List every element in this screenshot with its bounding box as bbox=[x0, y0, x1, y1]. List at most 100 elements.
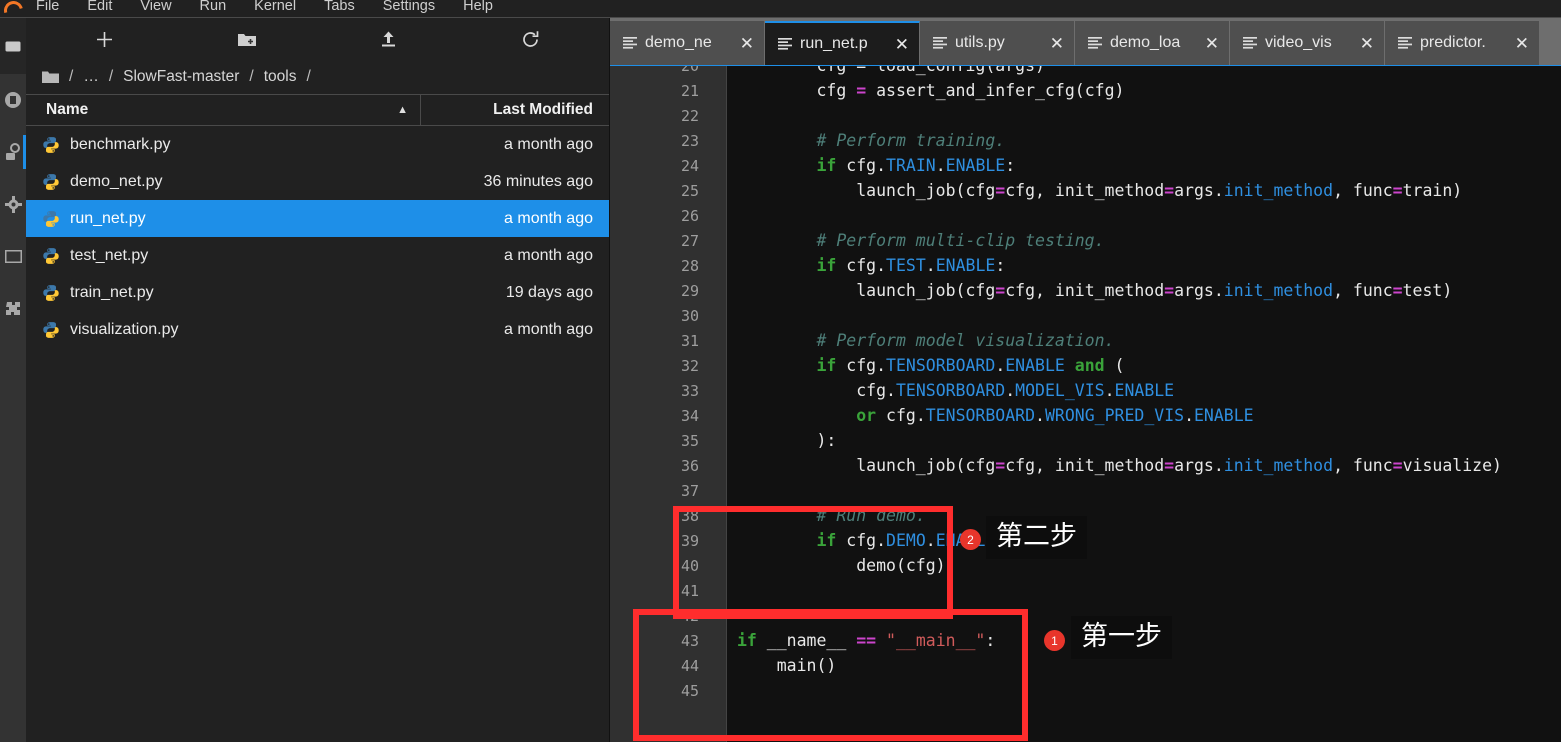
editor-tab-label: predictor. bbox=[1420, 34, 1486, 51]
code-line[interactable]: 29 launch_job(cfg=cfg, init_method=args.… bbox=[610, 278, 1561, 303]
refresh-icon[interactable] bbox=[459, 24, 601, 54]
code-line[interactable]: 35 ): bbox=[610, 428, 1561, 453]
code-line-text[interactable]: ): bbox=[727, 431, 1561, 450]
jupyter-logo-icon bbox=[0, 0, 22, 17]
code-line-text[interactable]: # Perform training. bbox=[727, 131, 1561, 150]
menu-help[interactable]: Help bbox=[449, 0, 507, 13]
code-line-text[interactable]: cfg = load_config(args) bbox=[727, 66, 1561, 75]
code-line[interactable]: 24 if cfg.TRAIN.ENABLE: bbox=[610, 153, 1561, 178]
file-name-cell[interactable]: benchmark.py bbox=[26, 136, 409, 154]
line-number: 45 bbox=[680, 681, 699, 700]
code-line-text[interactable]: demo(cfg) bbox=[727, 556, 1561, 575]
code-line[interactable]: 23 # Perform training. bbox=[610, 128, 1561, 153]
code-line[interactable]: 28 if cfg.TEST.ENABLE: bbox=[610, 253, 1561, 278]
code-line[interactable]: 32 if cfg.TENSORBOARD.ENABLE and ( bbox=[610, 353, 1561, 378]
code-line[interactable]: 26 bbox=[610, 203, 1561, 228]
code-line-text[interactable]: if cfg.DEMO.ENABLE: bbox=[727, 531, 1561, 550]
file-list-item[interactable]: demo_net.py 36 minutes ago bbox=[26, 163, 609, 200]
code-line-text[interactable]: # Run demo. bbox=[727, 506, 1561, 525]
python-file-icon bbox=[43, 173, 59, 190]
file-name-cell[interactable]: run_net.py bbox=[26, 210, 409, 228]
python-file-icon bbox=[43, 321, 59, 338]
git-icon[interactable] bbox=[0, 126, 26, 178]
code-line[interactable]: 45 bbox=[610, 678, 1561, 703]
close-icon[interactable]: ✕ bbox=[1205, 35, 1219, 52]
close-icon[interactable]: ✕ bbox=[1050, 35, 1064, 52]
file-list-item[interactable]: benchmark.py a month ago bbox=[26, 126, 609, 163]
code-line[interactable]: 25 launch_job(cfg=cfg, init_method=args.… bbox=[610, 178, 1561, 203]
code-line-text[interactable]: if cfg.TENSORBOARD.ENABLE and ( bbox=[727, 356, 1561, 375]
running-terminals-icon[interactable] bbox=[0, 74, 26, 126]
python-file-icon bbox=[43, 210, 59, 227]
code-line[interactable]: 33 cfg.TENSORBOARD.MODEL_VIS.ENABLE bbox=[610, 378, 1561, 403]
editor-tab[interactable]: video_vis ✕ bbox=[1230, 21, 1385, 65]
line-number: 30 bbox=[680, 306, 699, 325]
code-line[interactable]: 31 # Perform model visualization. bbox=[610, 328, 1561, 353]
menu-view[interactable]: View bbox=[126, 0, 185, 13]
new-folder-icon[interactable] bbox=[176, 24, 318, 54]
menu-settings[interactable]: Settings bbox=[369, 0, 449, 13]
code-line-text[interactable]: cfg.TENSORBOARD.MODEL_VIS.ENABLE bbox=[727, 381, 1561, 400]
file-name-cell[interactable]: train_net.py bbox=[26, 284, 409, 302]
code-line-text[interactable]: if cfg.TRAIN.ENABLE: bbox=[727, 156, 1561, 175]
close-icon[interactable]: ✕ bbox=[895, 36, 909, 53]
menu-kernel[interactable]: Kernel bbox=[240, 0, 310, 13]
breadcrumb-slowfast-master[interactable]: SlowFast-master bbox=[119, 68, 243, 86]
file-browser-icon[interactable] bbox=[0, 18, 26, 74]
menu-run[interactable]: Run bbox=[186, 0, 241, 13]
column-header-last-modified[interactable]: Last Modified bbox=[421, 95, 609, 125]
file-list-item[interactable]: test_net.py a month ago bbox=[26, 237, 609, 274]
file-name-label: train_net.py bbox=[70, 283, 154, 301]
code-line-text[interactable]: or cfg.TENSORBOARD.WRONG_PRED_VIS.ENABLE bbox=[727, 406, 1561, 425]
code-line-text[interactable]: # Perform multi-clip testing. bbox=[727, 231, 1561, 250]
editor-tab[interactable]: demo_loa ✕ bbox=[1075, 21, 1230, 65]
column-header-name[interactable]: Name ▲ bbox=[26, 95, 421, 125]
file-name-cell[interactable]: visualization.py bbox=[26, 321, 409, 339]
code-editor[interactable]: 20 cfg = load_config(args)21 cfg = asser… bbox=[610, 66, 1561, 742]
file-name-cell[interactable]: test_net.py bbox=[26, 247, 409, 265]
gear-icon[interactable] bbox=[0, 178, 26, 230]
editor-tab[interactable]: utils.py ✕ bbox=[920, 21, 1075, 65]
code-line[interactable]: 37 bbox=[610, 478, 1561, 503]
code-line[interactable]: 36 launch_job(cfg=cfg, init_method=args.… bbox=[610, 453, 1561, 478]
menu-file[interactable]: File bbox=[22, 0, 73, 13]
file-list-item[interactable]: visualization.py a month ago bbox=[26, 311, 609, 348]
breadcrumb-root[interactable]: / bbox=[65, 68, 77, 86]
line-number: 31 bbox=[680, 331, 699, 350]
code-line-text[interactable]: launch_job(cfg=cfg, init_method=args.ini… bbox=[727, 456, 1561, 475]
new-launcher-button[interactable] bbox=[34, 24, 176, 54]
breadcrumb-tools[interactable]: tools bbox=[260, 68, 301, 86]
code-line-text[interactable]: # Perform model visualization. bbox=[727, 331, 1561, 350]
editor-tab[interactable]: demo_ne ✕ bbox=[610, 21, 765, 65]
editor-tab[interactable]: run_net.p ✕ bbox=[765, 21, 920, 65]
close-icon[interactable]: ✕ bbox=[740, 35, 754, 52]
file-list-item[interactable]: run_net.py a month ago bbox=[26, 200, 609, 237]
folder-icon[interactable] bbox=[42, 70, 59, 84]
file-list-item[interactable]: train_net.py 19 days ago bbox=[26, 274, 609, 311]
code-line-text[interactable]: launch_job(cfg=cfg, init_method=args.ini… bbox=[727, 281, 1561, 300]
line-number: 26 bbox=[680, 206, 699, 225]
code-line[interactable]: 30 bbox=[610, 303, 1561, 328]
file-name-cell[interactable]: demo_net.py bbox=[26, 173, 409, 191]
code-line[interactable]: 34 or cfg.TENSORBOARD.WRONG_PRED_VIS.ENA… bbox=[610, 403, 1561, 428]
menu-edit[interactable]: Edit bbox=[73, 0, 126, 13]
code-line[interactable]: 27 # Perform multi-clip testing. bbox=[610, 228, 1561, 253]
close-icon[interactable]: ✕ bbox=[1515, 35, 1529, 52]
code-line[interactable]: 21 cfg = assert_and_infer_cfg(cfg) bbox=[610, 78, 1561, 103]
close-icon[interactable]: ✕ bbox=[1360, 35, 1374, 52]
sort-ascending-icon[interactable]: ▲ bbox=[397, 104, 408, 116]
code-line[interactable]: 41 bbox=[610, 578, 1561, 603]
code-line-text[interactable]: launch_job(cfg=cfg, init_method=args.ini… bbox=[727, 181, 1561, 200]
breadcrumb[interactable]: / … / SlowFast-master / tools / bbox=[26, 60, 609, 94]
code-line[interactable]: 22 bbox=[610, 103, 1561, 128]
open-tabs-icon[interactable] bbox=[0, 230, 26, 282]
code-line-text[interactable]: cfg = assert_and_infer_cfg(cfg) bbox=[727, 81, 1561, 100]
code-line-text[interactable]: if cfg.TEST.ENABLE: bbox=[727, 256, 1561, 275]
upload-icon[interactable] bbox=[318, 24, 460, 54]
line-number: 22 bbox=[680, 106, 699, 125]
menu-tabs[interactable]: Tabs bbox=[310, 0, 369, 13]
code-line[interactable]: 20 cfg = load_config(args) bbox=[610, 66, 1561, 78]
breadcrumb-ellipsis[interactable]: … bbox=[79, 68, 103, 86]
editor-tab[interactable]: predictor. ✕ bbox=[1385, 21, 1540, 65]
extension-manager-icon[interactable] bbox=[0, 282, 26, 334]
